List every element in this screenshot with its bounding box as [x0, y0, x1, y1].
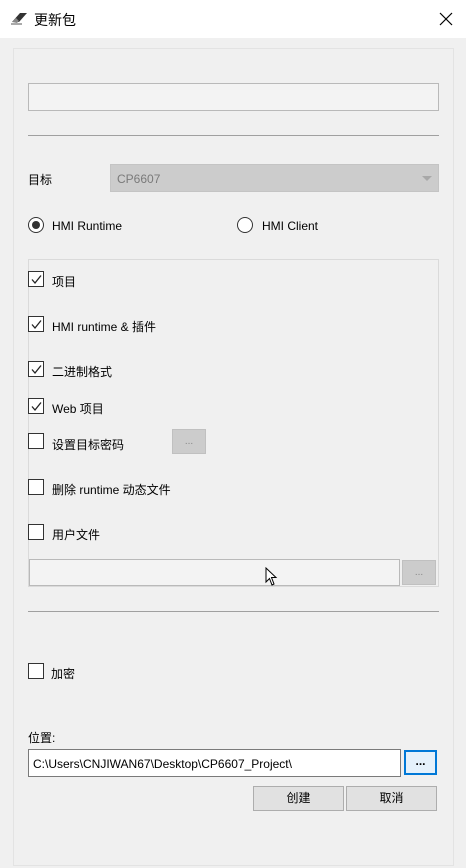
package-name-field[interactable] — [28, 83, 439, 111]
checkbox-user-files[interactable] — [28, 524, 44, 540]
password-button[interactable]: ... — [172, 429, 206, 454]
location-label: 位置: — [28, 731, 56, 745]
checkbox-runtime-plugins-label: HMI runtime & 插件 — [52, 320, 157, 334]
checkmark-icon — [31, 275, 42, 285]
location-path-value: C:\Users\CNJIWAN67\Desktop\CP6607_Projec… — [33, 757, 292, 771]
radio-hmi-runtime-label: HMI Runtime — [52, 219, 123, 233]
checkbox-encrypt[interactable] — [28, 663, 44, 679]
checkbox-project[interactable] — [28, 271, 44, 287]
checkmark-icon — [31, 320, 42, 330]
close-button[interactable] — [426, 0, 466, 38]
eraser-icon — [11, 13, 27, 25]
checkmark-icon — [31, 402, 42, 412]
location-browse-button[interactable]: ... — [404, 750, 437, 775]
checkbox-delete-runtime-files-label: 删除 runtime 动态文件 — [52, 483, 171, 497]
chevron-down-icon — [422, 176, 432, 181]
create-button[interactable]: 创建 — [253, 786, 344, 811]
checkbox-binary-format[interactable] — [28, 361, 44, 377]
close-icon — [439, 12, 453, 26]
target-label: 目标 — [28, 173, 53, 187]
checkbox-set-target-password[interactable] — [28, 433, 44, 449]
checkbox-web-project[interactable] — [28, 398, 44, 414]
user-files-path-field[interactable] — [29, 559, 400, 586]
user-files-browse-button[interactable]: ... — [402, 560, 436, 585]
checkbox-web-project-label: Web 项目 — [52, 402, 104, 416]
divider — [28, 611, 439, 612]
checkbox-binary-format-label: 二进制格式 — [52, 365, 113, 379]
checkbox-encrypt-label: 加密 — [51, 667, 76, 681]
target-select[interactable]: CP6607 — [110, 164, 439, 192]
location-path-field[interactable]: C:\Users\CNJIWAN67\Desktop\CP6607_Projec… — [28, 749, 401, 777]
checkbox-delete-runtime-files[interactable] — [28, 479, 44, 495]
radio-hmi-client[interactable] — [237, 217, 253, 233]
radio-hmi-runtime[interactable] — [28, 217, 44, 233]
window-title: 更新包 — [34, 12, 76, 28]
mouse-cursor-icon — [265, 567, 278, 586]
radio-hmi-client-label: HMI Client — [262, 219, 319, 233]
divider — [28, 135, 439, 136]
cancel-button[interactable]: 取消 — [346, 786, 437, 811]
checkbox-runtime-plugins[interactable] — [28, 316, 44, 332]
checkbox-user-files-label: 用户文件 — [52, 528, 101, 542]
title-bar: 更新包 — [0, 0, 466, 38]
checkbox-set-target-password-label: 设置目标密码 — [52, 438, 125, 452]
checkmark-icon — [31, 365, 42, 375]
checkbox-project-label: 项目 — [52, 275, 77, 289]
target-select-value: CP6607 — [117, 172, 161, 186]
